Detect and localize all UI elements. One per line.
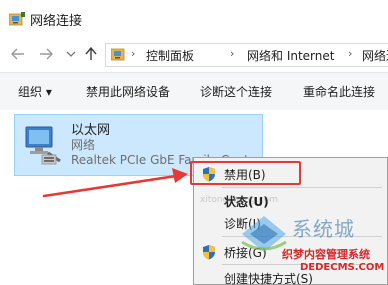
breadcrumb-network-connections[interactable]: 网络连接 bbox=[362, 47, 388, 64]
breadcrumb-network-internet[interactable]: 网络和 Internet bbox=[247, 47, 334, 64]
organize-menu[interactable]: 组织 ▾ bbox=[18, 83, 52, 100]
ethernet-adapter-icon bbox=[25, 126, 61, 165]
chevron-down-icon[interactable] bbox=[63, 45, 79, 63]
network-connections-icon bbox=[9, 12, 25, 26]
forward-arrow-icon[interactable] bbox=[38, 45, 54, 63]
watermark: 系统城 织梦内容管理系统 DEDECMS.COM bbox=[236, 210, 388, 285]
rename-connection-button[interactable]: 重命名此连接 bbox=[303, 83, 375, 100]
command-bar: 组织 ▾ 禁用此网络设备 诊断这个连接 重命名此连接 bbox=[0, 72, 388, 111]
watermark-line1: 织梦内容管理系统 bbox=[282, 248, 370, 261]
watermark-url: xitongcheng.com bbox=[200, 195, 278, 205]
disable-device-button[interactable]: 禁用此网络设备 bbox=[86, 83, 170, 100]
adapter-status: 网络 bbox=[71, 138, 96, 152]
watermark-brand: 系统城 bbox=[292, 217, 355, 241]
breadcrumb-separator: › bbox=[348, 47, 353, 60]
watermark-line2: DEDECMS.COM bbox=[300, 262, 385, 273]
back-arrow-icon[interactable] bbox=[10, 45, 26, 63]
menu-separator bbox=[222, 187, 382, 188]
window-title: 网络连接 bbox=[30, 14, 83, 29]
uac-shield-icon bbox=[203, 245, 215, 260]
up-arrow-icon[interactable] bbox=[83, 45, 99, 63]
breadcrumb-separator: › bbox=[230, 47, 235, 60]
address-bar[interactable]: › 控制面板 › 网络和 Internet › 网络连接 bbox=[105, 43, 388, 67]
navigation-bar: › 控制面板 › 网络和 Internet › 网络连接 bbox=[0, 36, 388, 72]
breadcrumb-control-panel[interactable]: 控制面板 bbox=[146, 47, 194, 64]
diagnose-connection-button[interactable]: 诊断这个连接 bbox=[200, 83, 272, 100]
control-panel-icon bbox=[111, 48, 125, 61]
network-connections-window: 网络连接 › 控制面板 › 网络和 Internet › 网络连接 bbox=[0, 0, 388, 285]
annotation-highlight-box bbox=[190, 161, 301, 185]
title-bar: 网络连接 bbox=[0, 0, 388, 36]
breadcrumb-separator: › bbox=[131, 47, 136, 60]
